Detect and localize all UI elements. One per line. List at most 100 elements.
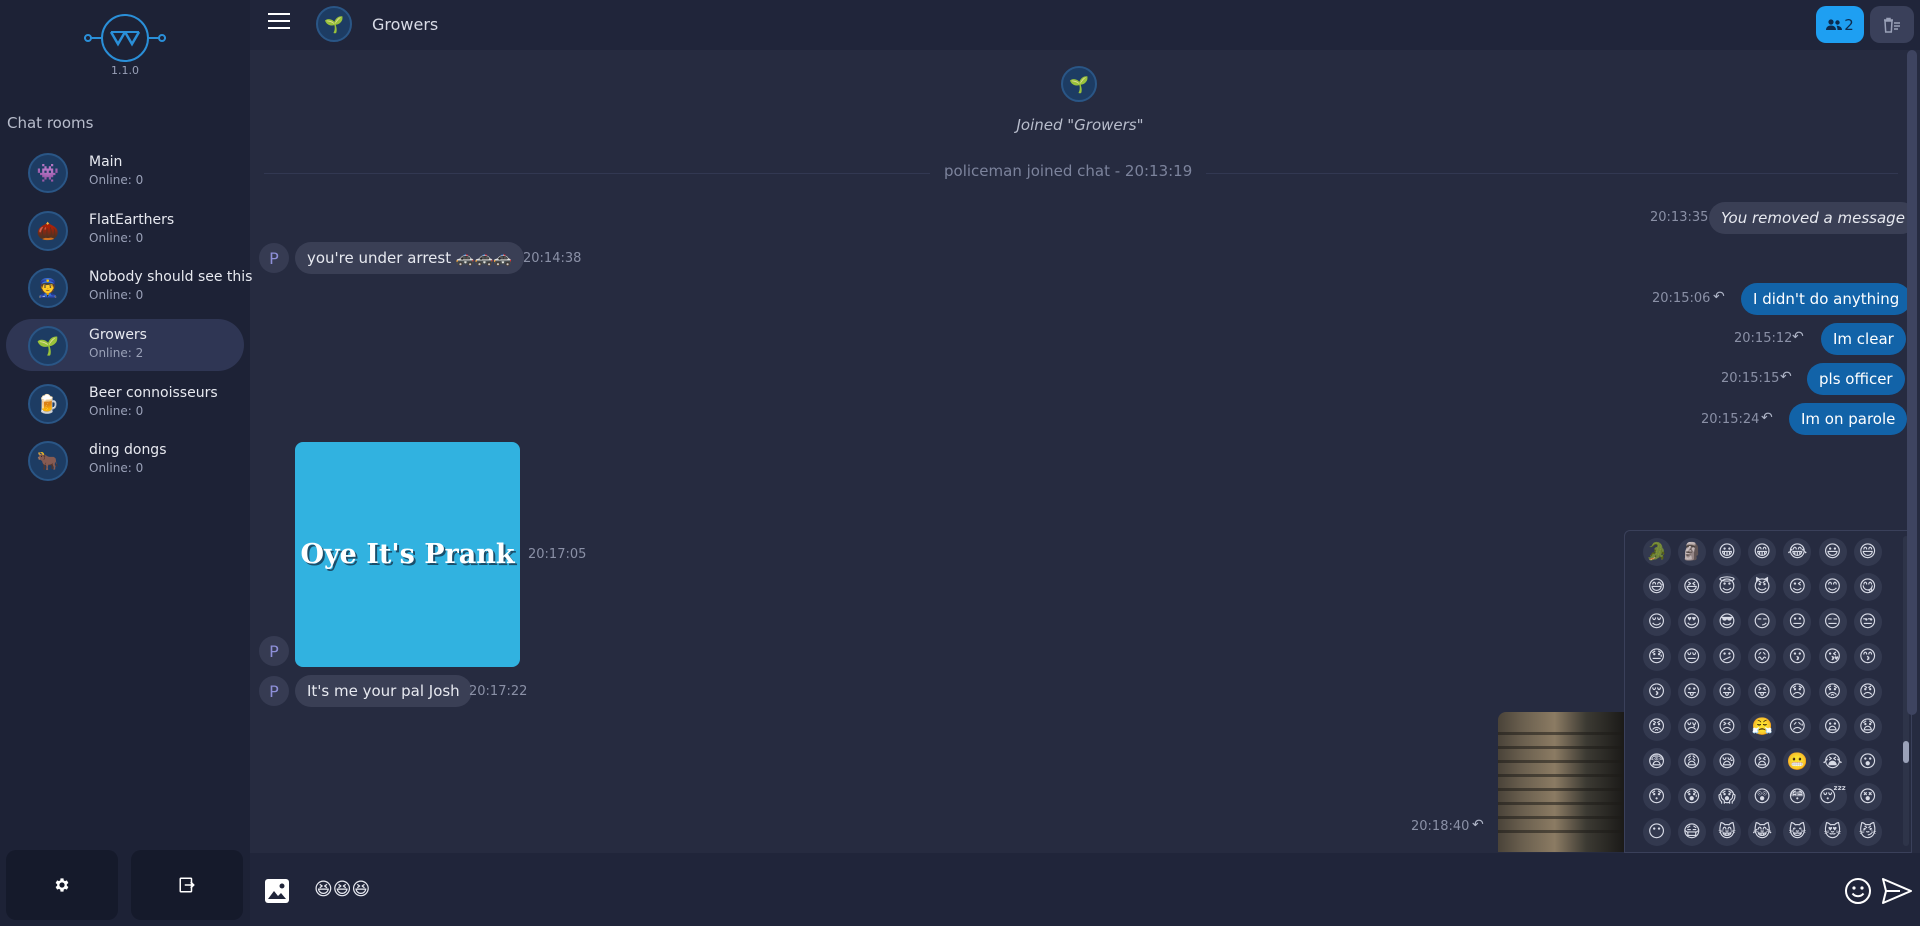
- emoji-glyph: 🐊: [1642, 537, 1671, 566]
- room-item-flatearthers[interactable]: 🌰 FlatEarthers Online: 0: [6, 204, 244, 256]
- emoji-glyph: 😫: [1748, 747, 1777, 776]
- chat-header: 🌱 Growers 2: [250, 0, 1920, 50]
- emoji-option[interactable]: 😮: [1850, 744, 1885, 779]
- room-item-growers[interactable]: 🌱 Growers Online: 2: [6, 319, 244, 371]
- emoji-option[interactable]: 🐊: [1639, 534, 1674, 569]
- emoji-option[interactable]: 😩: [1674, 744, 1709, 779]
- emoji-option[interactable]: 😦: [1815, 709, 1850, 744]
- emoji-glyph: 😸: [1712, 817, 1741, 846]
- emoji-option[interactable]: 😪: [1709, 744, 1744, 779]
- emoji-option[interactable]: 😼: [1850, 814, 1885, 849]
- emoji-option[interactable]: 😘: [1815, 639, 1850, 674]
- emoji-option[interactable]: 😈: [1745, 569, 1780, 604]
- emoji-option[interactable]: 😤: [1745, 709, 1780, 744]
- reply-icon[interactable]: ↶: [1792, 329, 1804, 345]
- emoji-option[interactable]: 😛: [1674, 674, 1709, 709]
- emoji-option[interactable]: 😍: [1674, 604, 1709, 639]
- online-users-count: 2: [1844, 15, 1854, 34]
- emoji-option[interactable]: 😕: [1709, 639, 1744, 674]
- emoji-option[interactable]: 😵: [1850, 779, 1885, 814]
- menu-icon[interactable]: [268, 13, 290, 31]
- emoji-option[interactable]: 😃: [1815, 534, 1850, 569]
- emoji-glyph: 😹: [1748, 817, 1777, 846]
- settings-button[interactable]: [6, 850, 118, 920]
- emoji-glyph: 😓: [1642, 642, 1671, 671]
- image-icon[interactable]: [264, 878, 290, 904]
- reply-icon[interactable]: ↶: [1713, 289, 1725, 305]
- emoji-option[interactable]: 😌: [1639, 604, 1674, 639]
- emoji-option[interactable]: 😢: [1674, 709, 1709, 744]
- emoji-glyph: 😎: [1712, 607, 1741, 636]
- chat-scrollbar-thumb[interactable]: [1907, 50, 1917, 715]
- emoji-option[interactable]: 😞: [1780, 674, 1815, 709]
- emoji-option[interactable]: 😉: [1780, 569, 1815, 604]
- room-item-main[interactable]: 👾 Main Online: 0: [6, 146, 244, 198]
- emoji-option[interactable]: 😑: [1815, 604, 1850, 639]
- emoji-option[interactable]: 😣: [1709, 709, 1744, 744]
- emoji-option[interactable]: 😠: [1850, 674, 1885, 709]
- smiley-icon[interactable]: [1844, 877, 1872, 905]
- image-message[interactable]: Oye It's Prank: [295, 442, 520, 667]
- logout-button[interactable]: [131, 850, 243, 920]
- emoji-option[interactable]: 😐: [1780, 604, 1815, 639]
- room-item-nobody-should-see-this[interactable]: 👮 Nobody should see this Online: 0: [6, 261, 252, 313]
- emoji-option[interactable]: 😆: [1674, 569, 1709, 604]
- emoji-option[interactable]: 😨: [1639, 744, 1674, 779]
- message-bubble: you're under arrest 🚓🚓🚓: [295, 242, 524, 274]
- emoji-option[interactable]: 😝: [1745, 674, 1780, 709]
- emoji-option[interactable]: 😳: [1780, 779, 1815, 814]
- emoji-option[interactable]: 😱: [1709, 779, 1744, 814]
- online-users-button[interactable]: 2: [1816, 6, 1864, 43]
- clear-chat-button[interactable]: [1870, 6, 1914, 43]
- emoji-option[interactable]: 😙: [1850, 639, 1885, 674]
- emoji-option[interactable]: 😖: [1745, 639, 1780, 674]
- emoji-option[interactable]: 😷: [1674, 814, 1709, 849]
- room-item-beer-connoisseurs[interactable]: 🍺 Beer connoisseurs Online: 0: [6, 377, 244, 429]
- room-item-ding-dongs[interactable]: 🐂 ding dongs Online: 0: [6, 434, 244, 486]
- emoji-option[interactable]: 😫: [1745, 744, 1780, 779]
- emoji-option[interactable]: 😗: [1780, 639, 1815, 674]
- emoji-option[interactable]: 😋: [1850, 569, 1885, 604]
- emoji-option[interactable]: 😥: [1780, 709, 1815, 744]
- emoji-option[interactable]: 😶: [1639, 814, 1674, 849]
- emoji-glyph: 😃: [1818, 537, 1847, 566]
- emoji-option[interactable]: 😸: [1709, 814, 1744, 849]
- emoji-option[interactable]: 😏: [1745, 604, 1780, 639]
- emoji-option[interactable]: 😊: [1815, 569, 1850, 604]
- emoji-option[interactable]: 😂: [1780, 534, 1815, 569]
- emoji-option[interactable]: 😟: [1815, 674, 1850, 709]
- emoji-option[interactable]: 😡: [1639, 709, 1674, 744]
- reply-icon[interactable]: ↶: [1780, 369, 1792, 385]
- emoji-option[interactable]: 😹: [1745, 814, 1780, 849]
- emoji-option[interactable]: 😭: [1815, 744, 1850, 779]
- emoji-glyph: 😙: [1853, 642, 1882, 671]
- emoji-option[interactable]: 😰: [1674, 779, 1709, 814]
- emoji-option[interactable]: 😜: [1709, 674, 1744, 709]
- emoji-option[interactable]: 😓: [1639, 639, 1674, 674]
- emoji-option[interactable]: 😯: [1639, 779, 1674, 814]
- emoji-glyph: 😡: [1642, 712, 1671, 741]
- emoji-option[interactable]: 😲: [1745, 779, 1780, 814]
- emoji-option[interactable]: 😔: [1674, 639, 1709, 674]
- reply-icon[interactable]: ↶: [1472, 817, 1484, 833]
- emoji-option[interactable]: 😒: [1850, 604, 1885, 639]
- emoji-option[interactable]: 😇: [1709, 569, 1744, 604]
- emoji-option[interactable]: 😎: [1709, 604, 1744, 639]
- emoji-option[interactable]: 😺: [1780, 814, 1815, 849]
- send-icon[interactable]: [1882, 877, 1912, 905]
- emoji-option[interactable]: 😀: [1709, 534, 1744, 569]
- emoji-scrollbar-thumb[interactable]: [1903, 741, 1909, 763]
- emoji-option[interactable]: 😴: [1815, 779, 1850, 814]
- emoji-option[interactable]: 😚: [1639, 674, 1674, 709]
- emoji-option[interactable]: 😁: [1745, 534, 1780, 569]
- reply-icon[interactable]: ↶: [1761, 410, 1773, 426]
- emoji-option[interactable]: 😬: [1780, 744, 1815, 779]
- emoji-option[interactable]: 😅: [1639, 569, 1674, 604]
- own-image-message[interactable]: [1498, 712, 1624, 852]
- message-input[interactable]: [314, 867, 1814, 911]
- emoji-option[interactable]: 😄: [1850, 534, 1885, 569]
- emoji-option[interactable]: 😻: [1815, 814, 1850, 849]
- emoji-option[interactable]: 🗿: [1674, 534, 1709, 569]
- emoji-option[interactable]: 😧: [1850, 709, 1885, 744]
- logout-icon: [179, 877, 195, 893]
